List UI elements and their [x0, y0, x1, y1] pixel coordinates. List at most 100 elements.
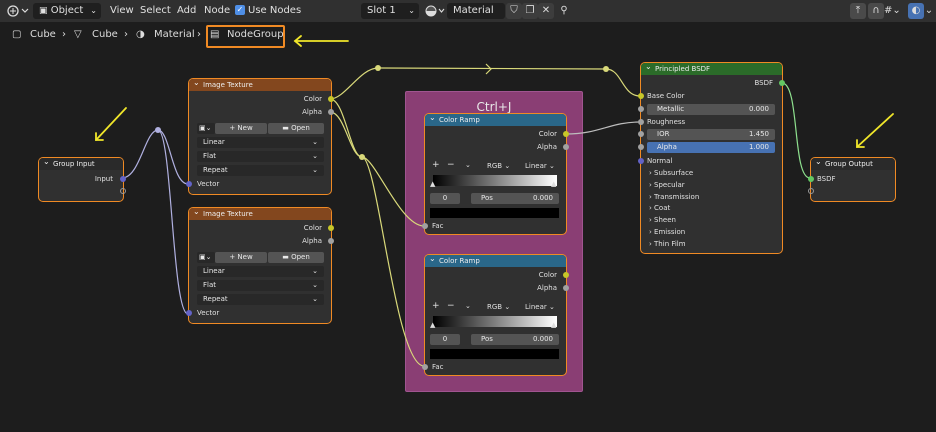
group-input-header[interactable]: Group Input [39, 156, 123, 170]
snap-grid-icon[interactable]: #⌄ [884, 3, 901, 19]
image-browse-icon[interactable]: ▣⌄ [197, 123, 215, 134]
parent-node-tree-icon[interactable]: ⤒ [850, 3, 866, 19]
alpha-socket[interactable] [638, 144, 644, 150]
bsdf-output-socket[interactable] [779, 80, 785, 86]
base-color-socket[interactable] [638, 93, 644, 99]
empty-socket[interactable] [808, 188, 814, 194]
ramp-interpolation-dropdown[interactable]: Linear ⌄ [525, 162, 555, 171]
chevron-down-icon[interactable]: ⌄ [465, 302, 471, 311]
color-mode-dropdown[interactable]: RGB ⌄ [487, 162, 510, 171]
color-output-socket[interactable] [328, 96, 334, 102]
add-stop-plus-icon[interactable]: + [432, 161, 440, 170]
projection-dropdown[interactable]: Flat ⌄ [197, 280, 324, 291]
breadcrumb-object[interactable]: Cube [30, 28, 56, 42]
new-image-button[interactable]: + New [215, 252, 267, 263]
alpha-output-socket[interactable] [328, 238, 334, 244]
open-image-button[interactable]: ▬ Open [268, 123, 324, 134]
chevron-down-icon[interactable]: ⌄ [465, 161, 471, 170]
unlink-close-icon[interactable]: ✕ [538, 3, 554, 19]
panel-coat[interactable]: › Coat [649, 204, 670, 213]
remove-stop-minus-icon[interactable]: − [447, 161, 455, 170]
color-ramp-header-2[interactable]: Color Ramp [425, 253, 566, 267]
menu-view[interactable]: View [110, 3, 134, 19]
use-nodes-toggle[interactable]: ✓ Use Nodes [235, 3, 301, 19]
color-output-socket[interactable] [563, 272, 569, 278]
panel-thin-film[interactable]: › Thin Film [649, 240, 686, 249]
alpha-field[interactable]: Alpha 1.000 [647, 142, 775, 153]
ramp-interpolation-dropdown[interactable]: Linear ⌄ [525, 303, 555, 312]
vector-input-socket[interactable] [186, 310, 192, 316]
panel-emission[interactable]: › Emission [649, 228, 685, 237]
material-name-field[interactable]: Material [447, 3, 505, 19]
color-mode-dropdown[interactable]: RGB ⌄ [487, 303, 510, 312]
alpha-output-socket[interactable] [563, 285, 569, 291]
color-ramp-node-2[interactable]: Color Ramp Color Alpha + − ⌄ RGB ⌄ Linea… [422, 253, 569, 375]
extension-dropdown[interactable]: Repeat ⌄ [197, 294, 324, 305]
menu-node[interactable]: Node [204, 3, 230, 19]
normal-socket[interactable] [638, 158, 644, 164]
interpolation-dropdown[interactable]: Linear ⌄ [197, 266, 324, 277]
ior-field[interactable]: IOR 1.450 [647, 129, 775, 140]
principled-bsdf-header[interactable]: Principled BSDF [641, 61, 782, 75]
editor-type-selector[interactable] [6, 3, 30, 19]
roughness-socket[interactable] [638, 119, 644, 125]
color-output-socket[interactable] [328, 225, 334, 231]
panel-transmission[interactable]: › Transmission [649, 193, 699, 202]
fake-user-shield-icon[interactable]: ⛉ [506, 3, 522, 19]
bsdf-input-socket[interactable] [808, 176, 814, 182]
color-ramp-gradient[interactable] [433, 316, 557, 327]
fac-input-socket[interactable] [422, 364, 428, 370]
input-socket[interactable] [120, 176, 126, 182]
overlays-chevron-down-icon[interactable]: ⌄ [924, 3, 934, 19]
image-texture-node-1[interactable]: Image Texture Color Alpha ▣⌄ + New ▬ Ope… [186, 77, 334, 194]
color-stop-white-handle[interactable]: ▲ [551, 321, 556, 329]
overlays-icon[interactable]: ◐ [908, 3, 924, 19]
open-image-button[interactable]: ▬ Open [268, 252, 324, 263]
group-output-header[interactable]: Group Output [811, 156, 895, 170]
breadcrumb-mesh[interactable]: Cube [92, 28, 118, 42]
stop-position-field[interactable]: Pos 0.000 [471, 334, 559, 345]
color-ramp-header-1[interactable]: Color Ramp [425, 112, 566, 126]
reroute-color-3[interactable] [359, 154, 365, 160]
menu-select[interactable]: Select [140, 3, 171, 19]
stop-color-swatch[interactable] [430, 349, 559, 359]
stop-index-field[interactable]: 0 [430, 193, 460, 204]
material-browse-button[interactable] [424, 3, 446, 19]
image-texture-header-2[interactable]: Image Texture [189, 206, 331, 220]
color-ramp-gradient[interactable] [433, 175, 557, 186]
color-stop-black-handle[interactable]: ▲ [430, 321, 435, 329]
panel-sheen[interactable]: › Sheen [649, 216, 676, 225]
image-texture-header-1[interactable]: Image Texture [189, 77, 331, 91]
panel-subsurface[interactable]: › Subsurface [649, 169, 693, 178]
group-input-node[interactable]: Group Input Input [39, 156, 126, 201]
slot-dropdown[interactable]: Slot 1 ⌄ [361, 3, 419, 19]
remove-stop-minus-icon[interactable]: − [447, 302, 455, 311]
alpha-output-socket[interactable] [328, 109, 334, 115]
stop-index-field[interactable]: 0 [430, 334, 460, 345]
panel-specular[interactable]: › Specular [649, 181, 685, 190]
color-ramp-node-1[interactable]: Color Ramp Color Alpha + − ⌄ RGB ⌄ Linea… [422, 112, 569, 234]
metallic-socket[interactable] [638, 106, 644, 112]
reroute-color-2[interactable] [603, 66, 609, 72]
color-stop-black-handle[interactable]: ▲ [430, 180, 435, 188]
menu-add[interactable]: Add [177, 3, 196, 19]
empty-socket[interactable] [120, 188, 126, 194]
color-stop-white-handle[interactable]: ▲ [551, 180, 556, 188]
fac-input-socket[interactable] [422, 223, 428, 229]
image-texture-node-2[interactable]: Image Texture Color Alpha ▣⌄ + New ▬ Ope… [186, 206, 334, 323]
alpha-output-socket[interactable] [563, 144, 569, 150]
add-stop-plus-icon[interactable]: + [432, 302, 440, 311]
pin-icon[interactable]: ⚲ [556, 3, 572, 19]
vector-input-socket[interactable] [186, 181, 192, 187]
breadcrumb-material[interactable]: Material [154, 28, 195, 42]
stop-color-swatch[interactable] [430, 208, 559, 218]
color-output-socket[interactable] [563, 131, 569, 137]
new-image-button[interactable]: + New [215, 123, 267, 134]
object-mode-dropdown[interactable]: ▣ Object ⌄ [33, 3, 101, 19]
image-browse-icon[interactable]: ▣⌄ [197, 252, 215, 263]
ior-socket[interactable] [638, 131, 644, 137]
group-output-node[interactable]: Group Output BSDF [808, 156, 895, 201]
stop-position-field[interactable]: Pos 0.000 [471, 193, 559, 204]
metallic-field[interactable]: Metallic 0.000 [647, 104, 775, 115]
projection-dropdown[interactable]: Flat ⌄ [197, 151, 324, 162]
